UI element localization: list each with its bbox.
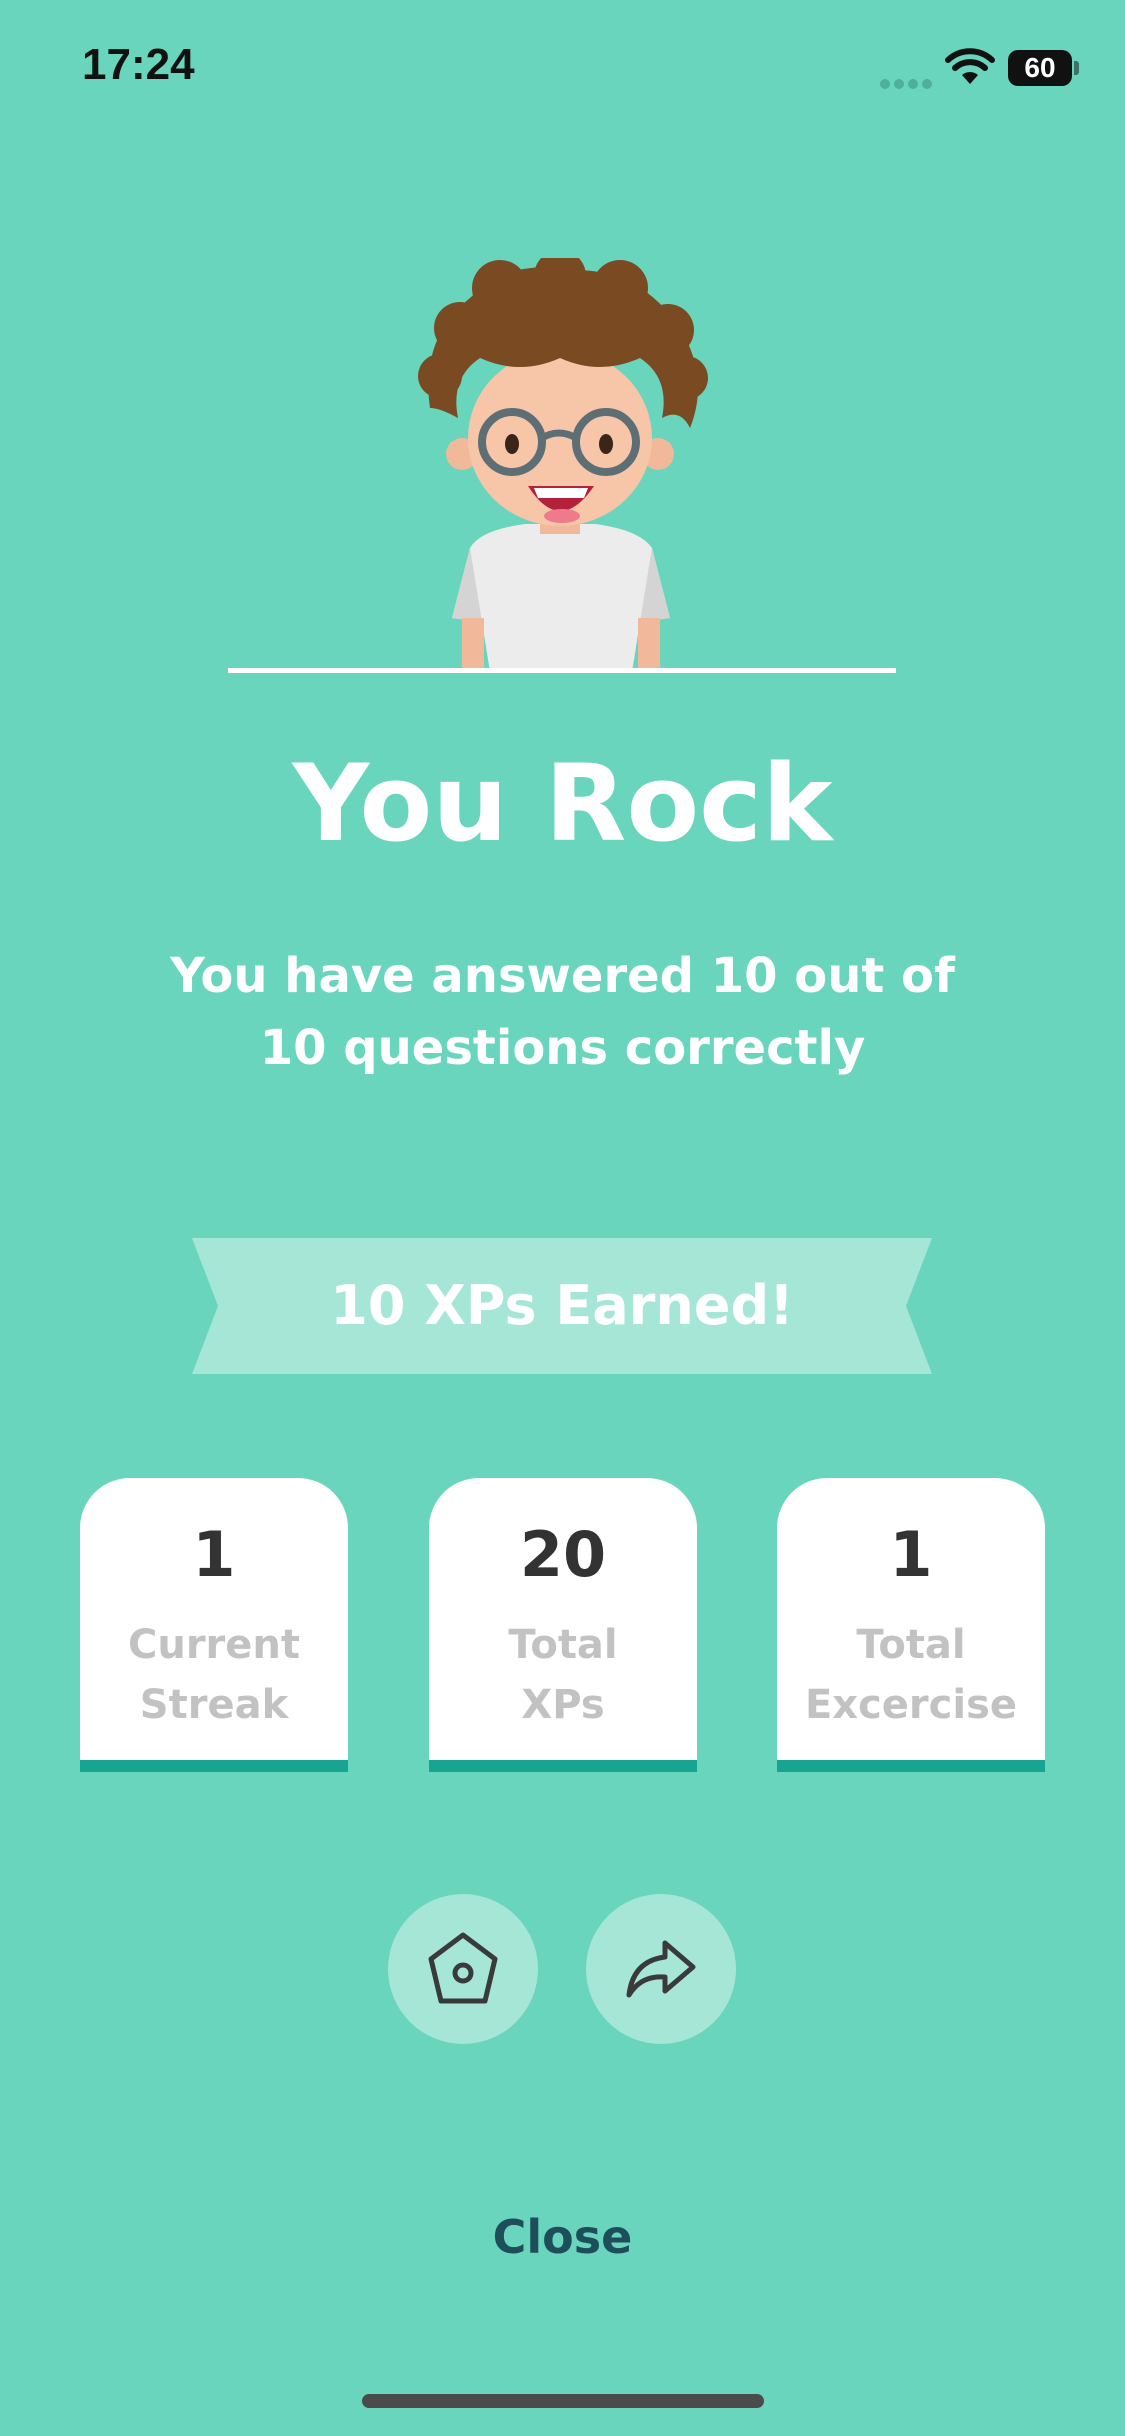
result-title: You Rock bbox=[292, 742, 833, 865]
signal-dots-icon bbox=[880, 74, 936, 89]
battery-cap bbox=[1074, 61, 1079, 75]
share-button[interactable] bbox=[586, 1894, 736, 2044]
divider-line bbox=[228, 668, 896, 673]
stat-value: 20 bbox=[519, 1518, 607, 1591]
stat-card-current-streak: 1 Current Streak bbox=[80, 1478, 348, 1772]
status-bar: 17:24 60 bbox=[0, 0, 1125, 140]
stat-label: Total Excercise bbox=[804, 1622, 1018, 1728]
stat-label: Total XPs bbox=[508, 1622, 618, 1728]
home-icon bbox=[428, 1932, 498, 2004]
home-button[interactable] bbox=[388, 1894, 538, 2044]
status-time: 17:24 bbox=[82, 40, 195, 89]
result-subtitle: You have answered 10 out of 10 questions… bbox=[170, 948, 955, 1076]
close-button[interactable]: Close bbox=[0, 2210, 1125, 2264]
xp-earned-text: 10 XPs Earned! bbox=[330, 1274, 794, 1337]
wifi-icon bbox=[945, 48, 995, 84]
battery-icon: 60 bbox=[1008, 50, 1072, 86]
stat-value: 1 bbox=[192, 1518, 236, 1591]
share-icon bbox=[626, 1940, 696, 1998]
stat-card-total-exercise: 1 Total Excercise bbox=[777, 1478, 1045, 1772]
stat-value: 1 bbox=[889, 1518, 933, 1591]
home-indicator[interactable] bbox=[362, 2394, 764, 2408]
stat-card-total-xps: 20 Total XPs bbox=[429, 1478, 697, 1772]
stat-label: Current Streak bbox=[127, 1622, 300, 1728]
boy-avatar-illustration bbox=[418, 258, 708, 672]
